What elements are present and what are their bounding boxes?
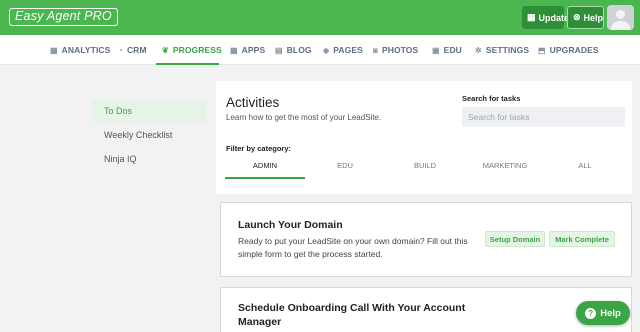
nav-photos-label: PHOTOS: [381, 45, 419, 55]
question-icon: ?: [585, 307, 597, 319]
book-icon: ▣: [432, 45, 440, 55]
nav-edu[interactable]: ▣ EDU: [432, 35, 462, 65]
nav-analytics-label: ANALYTICS: [61, 45, 111, 55]
activities-panel: Activities Learn how to get the most of …: [216, 81, 632, 194]
nav-upgrades-label: UPGRADES: [549, 45, 599, 55]
user-avatar[interactable]: [607, 5, 634, 30]
nav-blog[interactable]: ▤ BLOG: [275, 35, 312, 65]
filter-label: Filter by category:: [226, 144, 292, 153]
mark-complete-button[interactable]: Mark Complete: [549, 231, 615, 247]
sidebar-item-weekly-checklist[interactable]: Weekly Checklist: [92, 124, 206, 146]
logo[interactable]: Easy Agent PRO: [9, 8, 118, 26]
grid-icon: ▦: [50, 45, 58, 55]
filter-tab-build[interactable]: BUILD: [385, 161, 465, 177]
help-fab-button[interactable]: ? Help: [576, 301, 630, 325]
help-label: Help: [583, 12, 604, 23]
avatar-head: [616, 10, 625, 19]
setup-domain-button[interactable]: Setup Domain: [485, 231, 545, 247]
gear-icon: ✲: [475, 45, 482, 55]
sidebar-item-ninja-iq[interactable]: Ninja IQ: [92, 148, 206, 170]
nav-pages-label: PAGES: [333, 45, 363, 55]
top-bar: Easy Agent PRO ▦ Updates ⊗ Help: [0, 0, 640, 35]
nav-photos[interactable]: ◙ PHOTOS: [373, 35, 418, 65]
task-card: Launch Your Domain Ready to put your Lea…: [220, 202, 632, 277]
nav-settings[interactable]: ✲ SETTINGS: [475, 35, 529, 65]
nav-settings-label: SETTINGS: [485, 45, 530, 55]
filter-tab-admin[interactable]: ADMIN: [225, 161, 305, 177]
nav-analytics[interactable]: ▦ ANALYTICS: [50, 35, 110, 65]
nav-pages[interactable]: ◈ PAGES: [323, 35, 363, 65]
apps-icon: ▦: [230, 45, 238, 55]
camera-icon: ◙: [373, 45, 378, 55]
nav-progress-label: PROGRESS: [172, 45, 222, 55]
help-button[interactable]: ⊗ Help: [567, 6, 604, 29]
blog-icon: ▤: [275, 45, 283, 55]
nav-crm[interactable]: ◔ CRM: [118, 35, 147, 65]
task-card: Schedule Onboarding Call With Your Accou…: [220, 287, 632, 332]
nav-active-indicator: [156, 63, 219, 65]
nav-blog-label: BLOG: [286, 45, 312, 55]
nav-crm-label: CRM: [126, 45, 147, 55]
filter-tab-marketing[interactable]: MARKETING: [465, 161, 545, 177]
layers-icon: ◈: [323, 45, 330, 55]
nav-progress[interactable]: ❦ PROGRESS: [162, 35, 222, 65]
nav-upgrades[interactable]: ⬒ UPGRADES: [538, 35, 599, 65]
leaf-icon: ❦: [162, 45, 169, 55]
person-icon: ◔: [118, 45, 123, 55]
search-input[interactable]: [462, 107, 625, 127]
task-title: Launch Your Domain: [238, 219, 343, 231]
filter-divider: [225, 186, 305, 187]
sidebar: To Dos Weekly Checklist Ninja IQ: [92, 100, 206, 172]
avatar-body: [611, 21, 630, 30]
updates-button[interactable]: ▦ Updates: [522, 6, 574, 29]
help-circle-icon: ⊗: [573, 12, 581, 22]
page-subtitle: Learn how to get the most of your LeadSi…: [226, 113, 382, 122]
filter-tab-edu[interactable]: EDU: [305, 161, 385, 177]
sidebar-item-todos[interactable]: To Dos: [92, 100, 206, 122]
nav-edu-label: EDU: [443, 45, 462, 55]
filter-active-indicator: [225, 177, 305, 179]
main-nav: ▦ ANALYTICS ◔ CRM ❦ PROGRESS ▦ APPS ▤ BL…: [0, 35, 640, 65]
grid-icon: ▦: [527, 12, 536, 22]
task-title: Schedule Onboarding Call With Your Accou…: [238, 302, 466, 328]
task-description: Ready to put your LeadSite on your own d…: [238, 236, 468, 259]
help-fab-label: Help: [600, 307, 621, 319]
search-label: Search for tasks: [462, 94, 521, 103]
page-title: Activities: [226, 95, 280, 110]
upgrade-icon: ⬒: [538, 45, 546, 55]
nav-apps[interactable]: ▦ APPS: [230, 35, 265, 65]
filter-tab-all[interactable]: ALL: [545, 161, 625, 177]
nav-apps-label: APPS: [241, 45, 266, 55]
